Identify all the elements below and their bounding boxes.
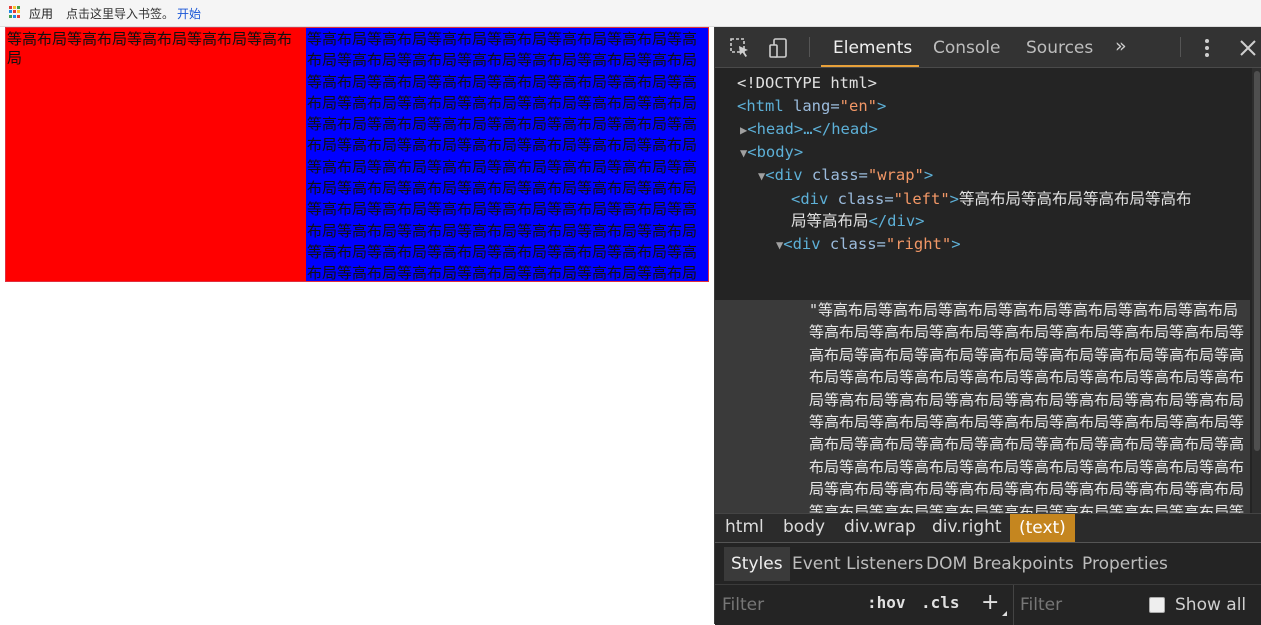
tab-dom-breakpoints[interactable]: DOM Breakpoints xyxy=(926,554,1074,574)
dom-scrollbar[interactable] xyxy=(1252,68,1261,513)
import-bookmarks-hint: 点击这里导入书签。 xyxy=(66,7,175,21)
right-div-node[interactable]: ▼<div class="right"> xyxy=(776,233,961,257)
devtools-tabbar: Elements Console Sources » xyxy=(715,27,1261,68)
left-column: 等高布局等高布局等高布局等高布局等高布局 xyxy=(6,28,306,281)
right-column: 等高布局等高布局等高布局等高布局等高布局等高布局等高布局等高布局等高布局等高布局… xyxy=(306,28,708,281)
doctype-node[interactable]: <!DOCTYPE html> xyxy=(737,72,877,95)
wrap-div-node[interactable]: ▼<div class="wrap"> xyxy=(758,164,933,188)
cls-toggle[interactable]: .cls xyxy=(921,593,960,612)
tab-console[interactable]: Console xyxy=(933,38,1001,58)
devtools-panel: Elements Console Sources » <!DOCTYPE htm… xyxy=(714,27,1261,625)
wrap-container: 等高布局等高布局等高布局等高布局等高布局 等高布局等高布局等高布局等高布局等高布… xyxy=(5,27,709,282)
styles-filter-input[interactable]: Filter xyxy=(722,595,764,615)
show-all-checkbox[interactable] xyxy=(1149,597,1165,613)
active-tab-indicator xyxy=(821,65,919,67)
breadcrumb: html body div.wrap div.right (text) xyxy=(715,513,1261,542)
close-icon[interactable] xyxy=(1237,37,1259,59)
start-link[interactable]: 开始 xyxy=(177,5,201,22)
tab-sources[interactable]: Sources xyxy=(1026,38,1093,58)
more-tabs-icon[interactable]: » xyxy=(1115,35,1127,57)
crumb-text[interactable]: (text) xyxy=(1010,514,1075,542)
new-rule-button[interactable]: + xyxy=(981,590,999,615)
head-node[interactable]: ▶<head>…</head> xyxy=(740,118,878,142)
crumb-div-right[interactable]: div.right xyxy=(932,517,1002,537)
tab-elements[interactable]: Elements xyxy=(833,38,912,58)
kebab-menu-icon[interactable] xyxy=(1196,37,1218,59)
crumb-div-wrap[interactable]: div.wrap xyxy=(844,517,916,537)
tab-styles[interactable]: Styles xyxy=(724,547,790,581)
lower-tabs: Styles Event Listeners DOM Breakpoints P… xyxy=(715,543,1261,585)
tab-event-listeners[interactable]: Event Listeners xyxy=(792,554,923,574)
tab-properties[interactable]: Properties xyxy=(1082,554,1168,574)
apps-link[interactable]: 应用 xyxy=(29,5,53,22)
device-toolbar-icon[interactable] xyxy=(768,37,790,59)
styles-panel: Styles Event Listeners DOM Breakpoints P… xyxy=(715,542,1261,625)
left-div-node[interactable]: <div class="left">等高布局等高布局等高布局等高布 xyxy=(791,188,1192,211)
crumb-html[interactable]: html xyxy=(725,517,764,537)
dom-tree: <!DOCTYPE html> <html lang="en"> ▶<head>… xyxy=(715,68,1250,513)
filter-row: Filter :hov .cls + Filter Show all xyxy=(715,585,1261,625)
crumb-body[interactable]: body xyxy=(783,517,825,537)
computed-filter-input[interactable]: Filter xyxy=(1020,595,1062,615)
left-div-node-cont: 局等高布局</div> xyxy=(791,212,925,230)
new-rule-menu-icon[interactable] xyxy=(1002,611,1007,616)
text-node[interactable]: "等高布局等高布局等高布局等高布局等高布局等高布局等高布局等高布局等高布局等高布… xyxy=(809,299,1250,513)
body-node[interactable]: ▼<body> xyxy=(740,141,803,165)
apps-grid-icon[interactable] xyxy=(9,6,21,18)
show-all-label: Show all xyxy=(1175,595,1247,615)
html-node[interactable]: <html lang="en"> xyxy=(737,95,886,118)
bookmarks-bar: 应用 点击这里导入书签。 开始 xyxy=(0,0,1261,27)
hov-toggle[interactable]: :hov xyxy=(867,593,906,612)
inspect-element-icon[interactable] xyxy=(729,37,751,59)
